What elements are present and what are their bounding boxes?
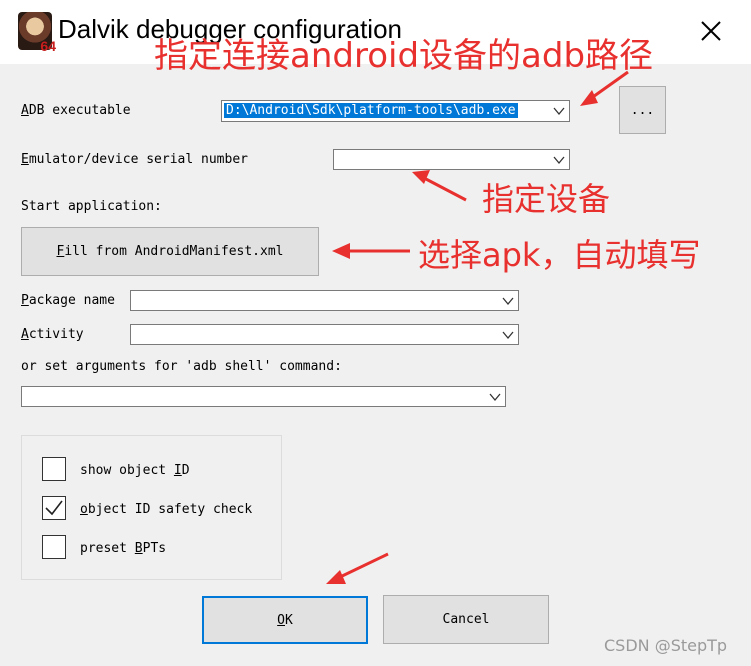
arrow-to-ok-button-icon xyxy=(326,552,389,584)
arrow-to-fill-button-icon xyxy=(332,243,410,259)
annotation-arrows xyxy=(326,70,629,584)
watermark: CSDN @StepTp xyxy=(604,636,728,655)
arrow-to-serial-icon xyxy=(412,170,467,202)
arrow-to-browse-icon xyxy=(580,70,629,106)
